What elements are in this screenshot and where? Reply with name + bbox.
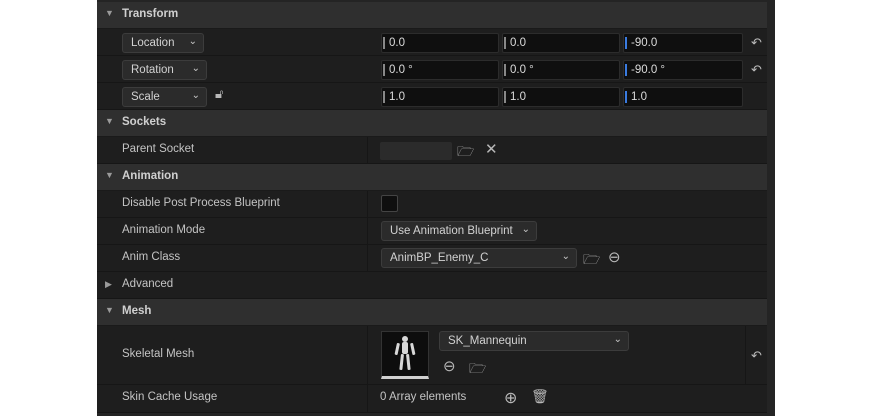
section-mesh[interactable]: ▼ Mesh bbox=[97, 299, 767, 326]
parent-socket-row: Parent Socket 🗁 ✕ bbox=[97, 137, 767, 164]
animation-mode-label: Animation Mode bbox=[122, 224, 206, 236]
rotation-dropdown[interactable]: Rotation ⌄ bbox=[122, 60, 207, 80]
chevron-down-icon: ⌄ bbox=[188, 36, 197, 47]
rotation-z-field[interactable]: -90.0 ° bbox=[623, 60, 743, 80]
skeletal-mesh-label: Skeletal Mesh bbox=[122, 348, 195, 360]
clear-icon[interactable]: ✕ bbox=[485, 140, 498, 158]
chevron-down-icon: ⌄ bbox=[613, 334, 622, 345]
reset-icon[interactable]: ↶ bbox=[751, 35, 762, 51]
collapse-arrow-icon[interactable]: ▼ bbox=[105, 170, 114, 180]
animation-mode-row: Animation Mode Use Animation Blueprint ⌄ bbox=[97, 218, 767, 245]
scale-row: Scale ⌄ 🔓︎ 1.0 1.0 1.0 bbox=[97, 83, 767, 110]
lock-icon[interactable]: 🔓︎ bbox=[215, 86, 223, 102]
trash-icon[interactable]: 🗑︎ bbox=[531, 388, 549, 405]
chevron-down-icon: ⌄ bbox=[191, 63, 200, 74]
skeletal-mesh-dropdown[interactable]: SK_Mannequin ⌄ bbox=[439, 331, 629, 351]
location-row: Location ⌄ 0.0 0.0 -90.0 ↶ bbox=[97, 29, 767, 56]
location-x-field[interactable]: 0.0 bbox=[381, 33, 499, 53]
browse-icon[interactable]: 🗁 bbox=[457, 141, 474, 165]
mesh-thumbnail[interactable] bbox=[381, 331, 429, 379]
rotation-y-field[interactable]: 0.0 ° bbox=[502, 60, 620, 80]
scale-x-field[interactable]: 1.0 bbox=[381, 87, 499, 107]
section-transform[interactable]: ▼ Transform bbox=[97, 2, 767, 29]
anim-class-dropdown[interactable]: AnimBP_Enemy_C ⌄ bbox=[381, 248, 577, 268]
browse-icon[interactable]: 🗁 bbox=[469, 358, 486, 382]
section-title: Animation bbox=[122, 170, 179, 182]
advanced-row[interactable]: ▶ Advanced bbox=[97, 272, 767, 299]
rotation-x-field[interactable]: 0.0 ° bbox=[381, 60, 499, 80]
section-animation[interactable]: ▼ Animation bbox=[97, 164, 767, 191]
chevron-down-icon: ⌄ bbox=[191, 90, 200, 101]
rotation-row: Rotation ⌄ 0.0 ° 0.0 ° -90.0 ° ↶ bbox=[97, 56, 767, 83]
collapse-arrow-icon[interactable]: ▼ bbox=[105, 116, 114, 126]
location-y-field[interactable]: 0.0 bbox=[502, 33, 620, 53]
location-dropdown[interactable]: Location ⌄ bbox=[122, 33, 204, 53]
collapse-arrow-icon[interactable]: ▼ bbox=[105, 8, 114, 18]
section-title: Mesh bbox=[122, 305, 152, 317]
chevron-down-icon: ⌄ bbox=[561, 251, 570, 262]
parent-socket-label: Parent Socket bbox=[122, 143, 195, 155]
browse-icon[interactable]: 🗁 bbox=[583, 249, 600, 273]
anim-class-label: Anim Class bbox=[122, 251, 181, 263]
scale-y-field[interactable]: 1.0 bbox=[502, 87, 620, 107]
anim-class-row: Anim Class AnimBP_Enemy_C ⌄ 🗁 ⊖ bbox=[97, 245, 767, 272]
expand-arrow-icon[interactable]: ▶ bbox=[105, 279, 112, 290]
disable-post-row: Disable Post Process Blueprint bbox=[97, 191, 767, 218]
advanced-label: Advanced bbox=[122, 278, 174, 290]
reset-icon[interactable]: ↶ bbox=[751, 348, 762, 364]
scale-z-field[interactable]: 1.0 bbox=[623, 87, 743, 107]
section-title: Transform bbox=[122, 8, 179, 20]
reset-icon[interactable]: ↶ bbox=[751, 62, 762, 78]
chevron-down-icon: ⌄ bbox=[521, 224, 530, 235]
location-z-field[interactable]: -90.0 bbox=[623, 33, 743, 53]
use-selected-icon[interactable]: ⊖ bbox=[443, 357, 456, 375]
skin-cache-value: 0 Array elements bbox=[380, 391, 467, 403]
skin-cache-row: Skin Cache Usage 0 Array elements ⊕ 🗑︎ bbox=[97, 385, 767, 413]
section-title: Sockets bbox=[122, 116, 167, 128]
add-icon[interactable]: ⊕ bbox=[504, 388, 517, 408]
collapse-arrow-icon[interactable]: ▼ bbox=[105, 305, 114, 315]
details-panel: ▼ Transform Location ⌄ 0.0 0.0 -90.0 ↶ R… bbox=[97, 0, 775, 416]
skeletal-mesh-row: Skeletal Mesh SK_Mannequin ⌄ ⊖ 🗁 ↶ bbox=[97, 326, 767, 385]
disable-post-label: Disable Post Process Blueprint bbox=[122, 197, 280, 209]
section-sockets[interactable]: ▼ Sockets bbox=[97, 110, 767, 137]
disable-post-checkbox[interactable] bbox=[381, 195, 398, 212]
animation-mode-dropdown[interactable]: Use Animation Blueprint ⌄ bbox=[381, 221, 537, 241]
parent-socket-field[interactable] bbox=[380, 142, 452, 160]
skin-cache-label: Skin Cache Usage bbox=[122, 391, 218, 403]
scale-dropdown[interactable]: Scale ⌄ bbox=[122, 87, 207, 107]
use-selected-icon[interactable]: ⊖ bbox=[608, 248, 621, 266]
mannequin-icon bbox=[394, 336, 416, 371]
